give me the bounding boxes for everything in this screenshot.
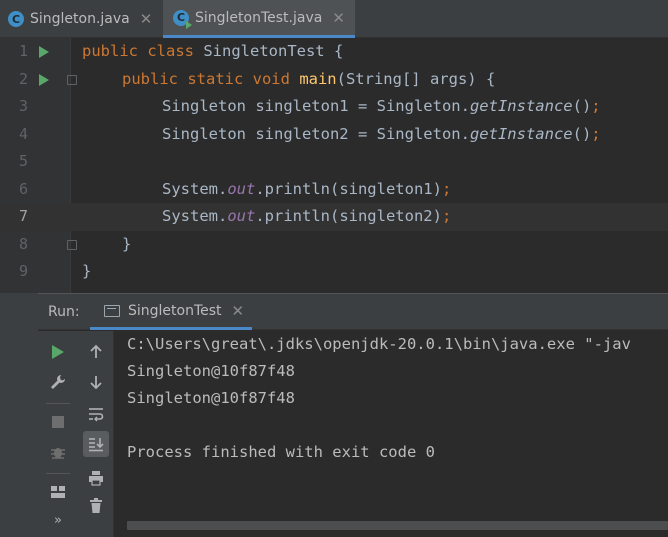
console-output[interactable]: C:\Users\great\.jdks\openjdk-20.0.1\bin\… [114, 331, 668, 537]
trash-icon [90, 498, 102, 513]
tab-label: Singleton.java [30, 11, 130, 27]
line-number: 4 [18, 124, 28, 143]
close-icon[interactable]: ✕ [140, 10, 153, 28]
console-icon [104, 304, 120, 317]
run-label: Run: [48, 304, 80, 320]
tab-singletontest-java[interactable]: C SingletonTest.java ✕ [163, 0, 355, 38]
code-line: 9 } [0, 258, 668, 286]
code-line: 1 public class SingletonTest { [0, 38, 668, 66]
arrow-up-icon [90, 344, 102, 358]
code-text: System.out.println(singleton1); [162, 179, 452, 198]
down-stack-frame-button[interactable] [83, 369, 109, 395]
scroll-to-end-button[interactable] [83, 431, 109, 457]
editor-tab-bar: C Singleton.java ✕ C SingletonTest.java … [0, 0, 668, 38]
more-actions-button[interactable]: » [45, 507, 71, 533]
line-number: 9 [18, 262, 28, 280]
code-text: } [122, 234, 132, 253]
code-line: 2 public static void main(String[] args)… [0, 66, 668, 94]
tab-label: SingletonTest.java [195, 9, 323, 26]
close-icon[interactable]: ✕ [332, 9, 345, 27]
code-text: } [82, 262, 92, 280]
line-number: 8 [18, 234, 28, 253]
line-number: 6 [18, 179, 28, 198]
run-toolbar-right [78, 331, 114, 537]
clear-all-button[interactable] [83, 493, 109, 519]
scroll-to-end-icon [89, 438, 104, 452]
tool-window-stripe [0, 293, 38, 537]
up-stack-frame-button[interactable] [83, 339, 109, 365]
line-number: 1 [18, 42, 28, 60]
runnable-class-icon: C [173, 9, 192, 29]
code-text: public static void main(String[] args) { [122, 69, 496, 88]
code-text: System.out.println(singleton2); [162, 207, 452, 225]
run-header: Run: SingletonTest ✕ [38, 294, 668, 330]
edit-configuration-button[interactable] [45, 369, 71, 395]
wrench-icon [51, 375, 65, 389]
code-line: 5 [0, 148, 668, 176]
console-line: C:\Users\great\.jdks\openjdk-20.0.1\bin\… [127, 335, 631, 353]
console-line: Singleton@10f87f48 [127, 362, 295, 380]
horizontal-scrollbar[interactable] [127, 521, 668, 530]
layout-icon [51, 486, 65, 498]
line-number: 3 [18, 97, 28, 115]
soft-wrap-icon [89, 408, 104, 422]
run-gutter-icon[interactable] [39, 46, 49, 58]
run-toolbar-left: » [38, 331, 78, 537]
soft-wrap-button[interactable] [83, 401, 109, 427]
code-editor[interactable]: 1 public class SingletonTest { 2 public … [0, 38, 668, 308]
bug-icon [51, 448, 65, 459]
code-text: public class SingletonTest { [82, 42, 344, 60]
run-gutter-icon[interactable] [39, 73, 49, 86]
code-line: 6 System.out.println(singleton1); [0, 176, 668, 204]
class-icon: C [8, 11, 24, 27]
layout-button[interactable] [45, 479, 71, 505]
code-text: Singleton singleton1 = Singleton.getInst… [162, 97, 601, 115]
run-tab-label: SingletonTest [128, 302, 222, 319]
arrow-down-icon [90, 376, 102, 390]
code-line: 3 Singleton singleton1 = Singleton.getIn… [0, 93, 668, 121]
code-line: 8 } [0, 231, 668, 259]
stop-icon [52, 416, 64, 428]
fold-icon[interactable] [67, 239, 77, 250]
rerun-button[interactable] [45, 339, 71, 365]
run-tool-window: Run: SingletonTest ✕ » C:\Users\great\.j… [38, 293, 668, 537]
stop-button[interactable] [45, 409, 71, 435]
line-number: 7 [18, 207, 28, 225]
run-tab-singletontest[interactable]: SingletonTest ✕ [90, 294, 253, 330]
play-icon [52, 345, 64, 359]
code-line: 4 Singleton singleton2 = Singleton.getIn… [0, 121, 668, 149]
console-line: Process finished with exit code 0 [127, 443, 435, 461]
close-icon[interactable]: ✕ [232, 302, 245, 320]
fold-icon[interactable] [67, 74, 77, 85]
printer-icon [89, 471, 103, 486]
code-line-current: 7 System.out.println(singleton2); [0, 203, 668, 231]
line-number: 2 [18, 69, 28, 88]
tab-singleton-java[interactable]: C Singleton.java ✕ [8, 0, 152, 38]
line-number: 5 [18, 152, 28, 170]
debug-button[interactable] [45, 439, 71, 465]
console-line: Singleton@10f87f48 [127, 389, 295, 407]
print-button[interactable] [83, 465, 109, 491]
code-text: Singleton singleton2 = Singleton.getInst… [162, 124, 601, 143]
